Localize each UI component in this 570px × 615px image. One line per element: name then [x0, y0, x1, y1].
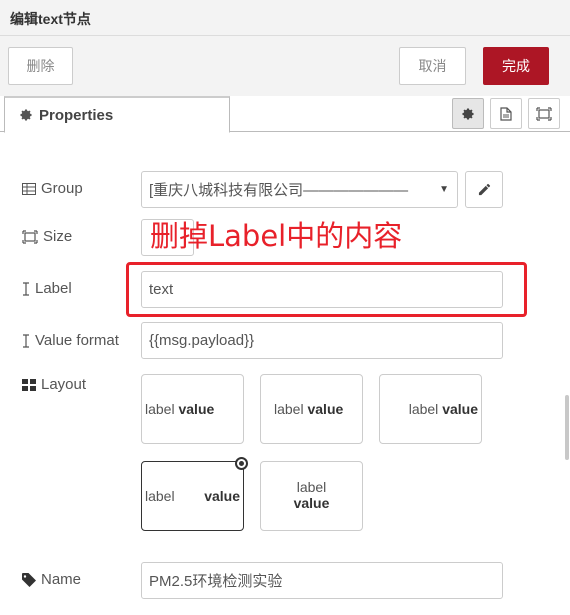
text-cursor-icon	[23, 281, 29, 296]
layout-option-label-text: label	[145, 401, 175, 417]
layout-option-value-text: value	[178, 401, 215, 417]
label-label: Label	[35, 280, 72, 297]
layout-option-value-text: value	[307, 401, 344, 417]
tab-properties[interactable]: Properties	[4, 96, 230, 133]
value-format-label: Value format	[35, 332, 119, 349]
gear-icon	[462, 107, 474, 120]
layout-option-row-right[interactable]: label value	[379, 374, 482, 444]
group-row-label: Group	[22, 180, 83, 197]
pencil-icon	[478, 183, 490, 196]
tab-properties-label: Properties	[39, 106, 114, 124]
tab-settings-button[interactable]	[452, 98, 484, 129]
label-row-label: Label	[22, 280, 72, 297]
dialog-toolbar: 删除 取消 完成	[0, 36, 570, 96]
value-format-input[interactable]: {{msg.payload}}	[141, 322, 503, 359]
layout-option-value-text: value	[204, 488, 240, 504]
tab-appearance-button[interactable]	[528, 98, 560, 129]
layout-option-label-text: label	[296, 479, 327, 495]
text-cursor-icon	[23, 333, 29, 348]
scrollbar[interactable]	[565, 395, 569, 460]
layout-option-label-text: label	[145, 488, 175, 504]
layout-row-label: Layout	[22, 376, 86, 393]
tag-icon	[22, 572, 36, 587]
group-select-value: [重庆八城科技有限公司———————	[149, 182, 409, 199]
value-format-input-value: {{msg.payload}}	[149, 332, 255, 349]
annotation-highlight-box	[126, 262, 527, 317]
layout-option-column[interactable]: label value	[260, 461, 363, 531]
group-select[interactable]: [重庆八城科技有限公司——————— ▼	[141, 171, 458, 208]
group-label: Group	[41, 180, 83, 197]
size-row-label: Size	[22, 228, 72, 245]
table-icon	[22, 182, 36, 195]
description-icon	[500, 106, 512, 121]
layout-label: Layout	[41, 376, 87, 393]
chevron-down-icon: ▼	[439, 184, 449, 195]
layout-option-value-text: value	[442, 401, 478, 417]
tab-description-button[interactable]	[490, 98, 522, 129]
selected-radio-icon	[235, 457, 248, 470]
name-row-label: Name	[22, 571, 81, 588]
name-input[interactable]: PM2.5环境检测实验	[141, 562, 503, 599]
delete-button[interactable]: 删除	[8, 47, 73, 85]
value-format-row-label: Value format	[22, 332, 119, 349]
dialog-title-bar: 编辑text节点	[0, 0, 570, 36]
annotation-text: 删掉Label中的内容	[150, 219, 403, 253]
layout-option-value-text: value	[293, 495, 330, 511]
cancel-button[interactable]: 取消	[399, 47, 466, 85]
layout-option-row-left[interactable]: label value	[141, 374, 244, 444]
layout-option-row-spread[interactable]: label value	[141, 457, 248, 531]
done-button[interactable]: 完成	[483, 47, 549, 85]
appearance-icon	[536, 106, 552, 121]
size-label: Size	[43, 228, 73, 245]
name-label: Name	[41, 571, 82, 588]
dialog-title: 编辑text节点	[10, 11, 91, 27]
resize-icon	[22, 229, 38, 244]
gear-icon	[20, 109, 32, 121]
name-input-value: PM2.5环境检测实验	[149, 573, 283, 590]
layout-option-label-text: label	[274, 401, 304, 417]
layout-option-label-text: label	[408, 401, 439, 417]
edit-group-button[interactable]	[465, 171, 503, 208]
layout-option-row-center[interactable]: label value	[260, 374, 363, 444]
grid-icon	[22, 378, 36, 391]
tab-bar: Properties	[0, 96, 570, 133]
